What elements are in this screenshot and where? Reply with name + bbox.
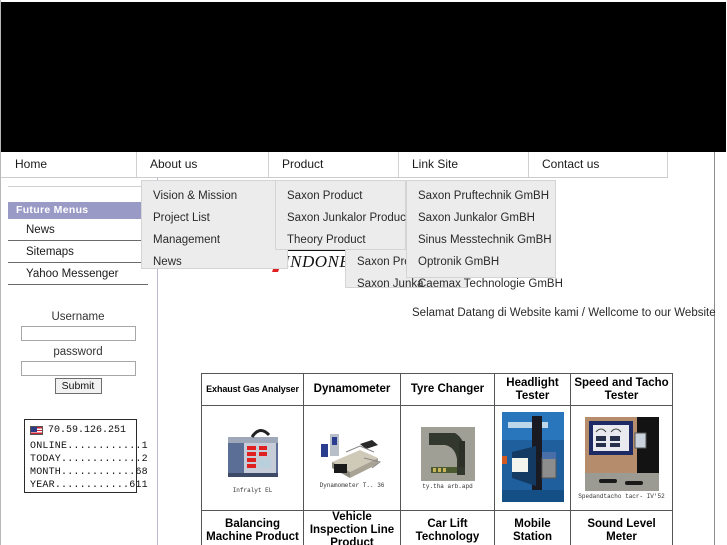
product-image-caption: Infralyt EL [232,486,273,494]
nav-item-link-site[interactable]: Link Site [399,152,529,177]
sidebar-item-label: Yahoo Messenger [26,268,119,280]
sidebar-heading: Future Menus [8,202,148,219]
sidebar-item-label: Sitemaps [26,246,74,258]
product-image-cell[interactable]: ty.tha arb.apd [400,405,495,511]
product-footer-cell[interactable]: Car Lift Technology [400,510,495,545]
exhaust-gas-analyser-image [227,428,278,477]
dropdown-item-saxon-junkalor[interactable]: Saxon Junkalor GmBH [407,209,555,227]
dropdown-item-saxon-product[interactable]: Saxon Product [276,187,405,205]
counter-dots: ............ [54,480,130,491]
dropdown-item-project-list[interactable]: Project List [142,209,287,227]
product-header-cell[interactable]: Speed and Tacho Tester [570,373,673,406]
nav-item-contact-us[interactable]: Contact us [529,152,668,177]
counter-ip-value: 70.59.126.251 [48,424,127,436]
nav-label: Link Site [412,157,459,171]
welcome-message: Selamat Datang di Website kami / Wellcom… [412,307,716,319]
counter-value: 611 [129,480,148,491]
logo-text: INDONE [283,252,350,271]
product-footer-cell[interactable]: Balancing Machine Product [201,510,304,545]
nav-label: Product [282,157,324,171]
dropdown-item-vision-mission[interactable]: Vision & Mission [142,187,287,205]
product-footer-cell[interactable]: Mobile Station [494,510,571,545]
product-table-image-row: Infralyt EL Dynamometer T.. 36 ty.tha ar… [201,405,673,511]
dropdown-item-saxon-pruftechnik[interactable]: Saxon Pruftechnik GmBH [407,187,555,205]
tyre-changer-image [420,426,475,481]
product-header-cell[interactable]: Dynamometer [303,373,401,406]
sidebar-item-yahoo-messenger[interactable]: Yahoo Messenger [8,263,148,285]
counter-ip-row: 70.59.126.251 [30,423,131,437]
dynamometer-image [321,433,382,478]
product-header-cell[interactable]: Headlight Tester [494,373,571,406]
dropdown-product: Saxon Product Saxon Junkalor Product The… [275,180,409,250]
product-header-cell[interactable]: Tyre Changer [400,373,495,406]
nav-label: Home [15,157,48,171]
product-footer-cell[interactable]: Sound Level Meter [570,510,673,545]
counter-row-online: ONLINE............1 [30,440,148,453]
site-banner [1,2,726,152]
username-input[interactable] [20,326,136,341]
counter-row-month: MONTH............68 [30,466,148,479]
main-navigation: Home About us Product Link Site Contact … [1,152,668,178]
dropdown-item-theory-product[interactable]: Theory Product [276,231,405,249]
counter-label: ONLINE [30,441,68,452]
password-input[interactable] [20,361,136,376]
us-flag-icon [30,425,43,435]
dropdown-item-optronik[interactable]: Optronik GmBH [407,253,555,271]
nav-label: Contact us [542,157,600,171]
login-form: Username password Submit [8,308,148,394]
product-image-caption: Spedandtacho tacr- IV'52 [578,492,665,500]
product-footer-cell[interactable]: Vehicle Inspection Line Product [303,510,401,545]
page-root: Home About us Product Link Site Contact … [0,0,727,545]
counter-label: YEAR [30,480,55,491]
nav-item-product[interactable]: Product [269,152,399,177]
visitor-counter-box: 70.59.126.251 ONLINE............1 TODAY.… [24,419,148,493]
nav-item-home[interactable]: Home [2,152,137,177]
product-image-cell[interactable]: Dynamometer T.. 36 [303,405,401,511]
counter-value: 1 [141,441,148,452]
product-table-footer-row: Balancing Machine Product Vehicle Inspec… [201,510,673,545]
nav-label: About us [150,157,198,171]
dropdown-item-management[interactable]: Management [142,231,287,249]
counter-dots: ............. [61,454,142,465]
banner-image [1,2,726,152]
product-header-cell[interactable]: Exhaust Gas Analyser [201,373,304,406]
dropdown-item-caemax-technologie[interactable]: Caemax Technologie GmBH [407,275,563,293]
counter-label: TODAY [30,454,62,465]
dropdown-item-news[interactable]: News [142,253,287,271]
sidebar-top-rule [8,186,148,187]
product-image-caption: ty.tha arb.apd [422,482,473,490]
counter-dots: ............ [61,467,136,478]
counter-dots: ............ [67,441,142,452]
counter-value: 2 [141,454,148,465]
submit-button[interactable]: Submit [54,378,102,394]
password-label: password [53,346,103,358]
counter-row-today: TODAY.............2 [30,453,148,466]
page-frame-right-border [714,150,715,545]
product-image-caption: Dynamometer T.. 36 [319,481,385,489]
counter-value: 68 [135,467,148,478]
counter-row-year: YEAR............611 [30,479,148,492]
sidebar-item-news[interactable]: News [8,219,148,241]
product-image-cell[interactable]: Spedandtacho tacr- IV'52 [570,405,673,511]
headlight-tester-image [501,412,564,502]
username-label: Username [51,311,105,323]
sidebar-item-label: News [26,224,55,236]
nav-item-about-us[interactable]: About us [137,152,269,177]
product-table-header-row: Exhaust Gas Analyser Dynamometer Tyre Ch… [201,373,673,406]
product-image-cell[interactable]: Infralyt EL [201,405,304,511]
sidebar-item-sitemaps[interactable]: Sitemaps [8,241,148,263]
product-table: Exhaust Gas Analyser Dynamometer Tyre Ch… [201,373,673,545]
dropdown-link-site: Saxon Pruftechnik GmBH Saxon Junkalor Gm… [406,180,563,290]
speed-tacho-tester-image [584,416,659,491]
dropdown-item-saxon-junkalor-product[interactable]: Saxon Junkalor Product [276,209,409,227]
dropdown-item-sinus-messtechnik[interactable]: Sinus Messtechnik GmBH [407,231,555,249]
counter-label: MONTH [30,467,62,478]
product-image-cell[interactable] [494,405,571,511]
dropdown-about-us: Vision & Mission Project List Management… [141,180,288,269]
